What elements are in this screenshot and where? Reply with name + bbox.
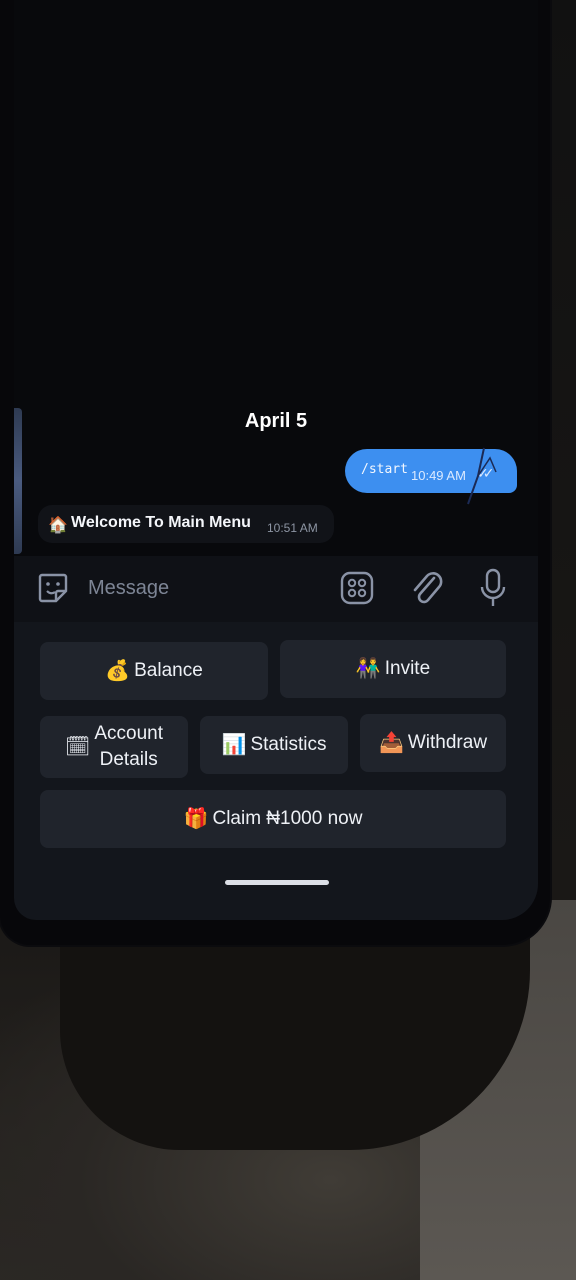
sticker-icon[interactable]: [36, 571, 70, 605]
claim-button[interactable]: 🎁 Claim ₦1000 now: [40, 790, 506, 848]
bot-keyboard: 💰 Balance 👫 Invite 🗓 Account Details 📊 S…: [14, 622, 538, 920]
screen-crack: [467, 447, 497, 505]
balance-button[interactable]: 💰 Balance: [40, 642, 268, 700]
people-icon: 👫: [355, 658, 381, 680]
invite-button[interactable]: 👫 Invite: [280, 640, 506, 698]
screen: April 5 /start 10:49 AM ✓✓ 🏠 Welcome To …: [14, 0, 538, 920]
button-label: Claim ₦1000 now: [212, 808, 363, 829]
button-label: Withdraw: [407, 732, 488, 753]
date-separator: April 5: [244, 410, 308, 432]
button-label-line1: Account: [94, 723, 164, 744]
button-label: Account Details: [94, 721, 163, 773]
withdraw-button[interactable]: 📤 Withdraw: [360, 714, 506, 772]
button-label: Statistics: [250, 734, 327, 755]
message-text: Welcome To Main Menu: [71, 514, 251, 531]
gift-icon: 🎁: [183, 808, 209, 830]
message-text: /start: [361, 462, 408, 477]
money-bag-icon: 💰: [105, 660, 131, 682]
phone-body: April 5 /start 10:49 AM ✓✓ 🏠 Welcome To …: [0, 0, 550, 945]
message-input[interactable]: Message: [88, 577, 169, 600]
button-label: Balance: [134, 660, 203, 681]
message-time: 10:51 AM: [267, 521, 318, 535]
message-input-bar: Message: [14, 556, 538, 622]
statistics-button[interactable]: 📊 Statistics: [200, 716, 348, 774]
house-icon: 🏠: [48, 517, 68, 534]
button-label: Invite: [384, 658, 431, 679]
home-indicator[interactable]: [225, 880, 329, 885]
button-label-line2: Details: [99, 749, 158, 770]
calendar-icon: 🗓: [64, 736, 91, 758]
account-details-button[interactable]: 🗓 Account Details: [40, 716, 188, 778]
bot-menu-icon[interactable]: [339, 570, 375, 606]
mic-icon[interactable]: [480, 568, 506, 608]
attach-icon[interactable]: [408, 568, 444, 608]
incoming-message[interactable]: 🏠 Welcome To Main Menu 10:51 AM: [38, 505, 334, 543]
bar-chart-icon: 📊: [221, 734, 247, 756]
outbox-icon: 📤: [378, 732, 404, 754]
